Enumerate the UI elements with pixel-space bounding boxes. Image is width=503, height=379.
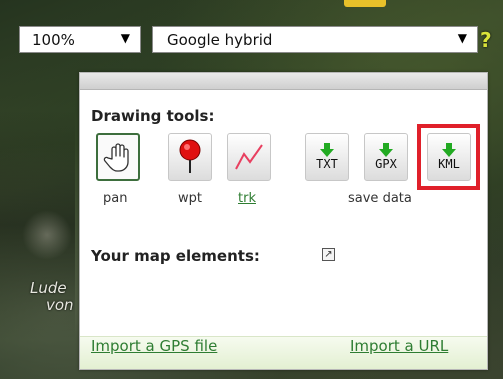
map-layer-select-value: Google hybrid	[167, 30, 273, 49]
map-layer-select[interactable]: Google hybrid ▼	[152, 26, 478, 53]
map-road-marker	[344, 0, 386, 7]
track-line-icon	[235, 144, 263, 170]
drawing-tools-title: Drawing tools:	[91, 107, 215, 125]
save-gpx-label: GPX	[375, 157, 397, 171]
waypoint-tool-label: wpt	[178, 191, 202, 206]
zoom-select-value: 100%	[32, 30, 75, 49]
download-arrow-icon	[320, 143, 334, 157]
import-url-link[interactable]: Import a URL	[350, 337, 448, 355]
download-arrow-icon	[379, 143, 393, 157]
track-tool-button[interactable]	[227, 133, 271, 181]
save-txt-button[interactable]: TXT	[305, 133, 349, 181]
waypoint-tool-button[interactable]	[168, 133, 212, 181]
chevron-down-icon: ▼	[120, 31, 130, 45]
panel-header[interactable]	[80, 73, 487, 90]
save-gpx-button[interactable]: GPX	[364, 133, 408, 181]
pan-tool-label: pan	[103, 191, 128, 206]
help-button[interactable]: ?	[480, 28, 500, 52]
import-gps-file-link[interactable]: Import a GPS file	[91, 337, 217, 355]
map-elements-title: Your map elements:	[91, 247, 260, 265]
map-settlement	[22, 210, 72, 260]
save-txt-icon: TXT	[316, 143, 338, 171]
track-tool-link[interactable]: trk	[238, 191, 256, 206]
hand-icon	[103, 143, 129, 172]
save-data-label: save data	[348, 191, 412, 206]
zoom-select[interactable]: 100% ▼	[19, 26, 141, 53]
save-txt-label: TXT	[316, 157, 338, 171]
chevron-down-icon: ▼	[457, 31, 467, 45]
pan-tool-button[interactable]	[96, 133, 140, 181]
map-pin-icon	[179, 139, 201, 173]
kml-highlight-box	[417, 124, 480, 190]
external-link-icon[interactable]: ↗	[322, 248, 335, 261]
drawing-tools-panel: Drawing tools: TXT GPX KML pan wpt trk s…	[79, 72, 488, 370]
save-gpx-icon: GPX	[375, 143, 397, 171]
